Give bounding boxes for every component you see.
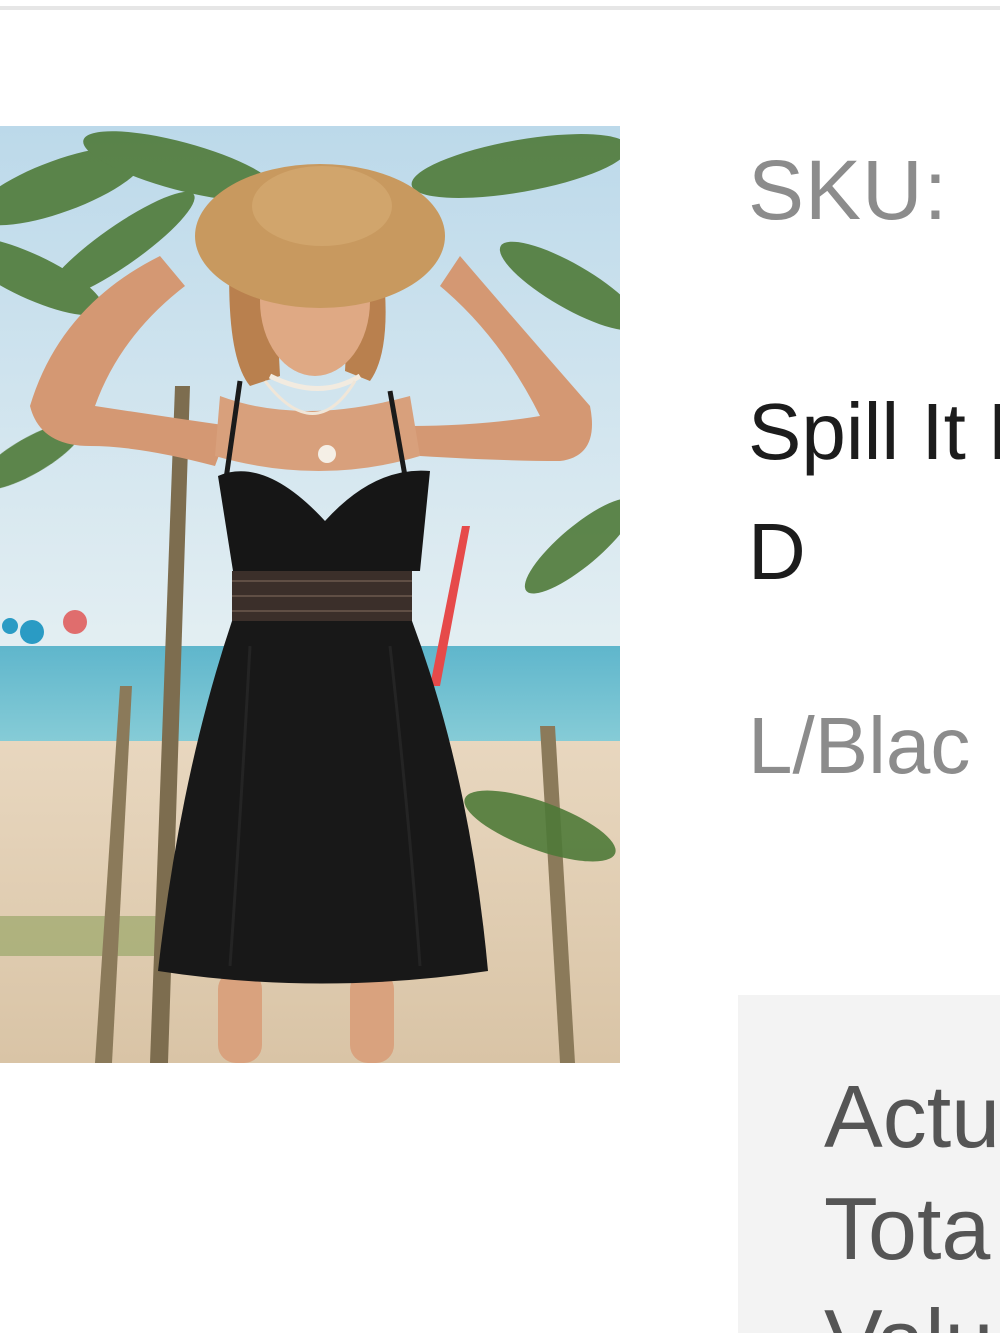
product-variant: L/Blac xyxy=(748,701,971,790)
summary-line-total: Tota xyxy=(824,1179,991,1278)
order-summary-box: Actu Tota Valu xyxy=(738,995,1000,1333)
summary-line-value: Valu xyxy=(824,1297,994,1333)
product-title[interactable]: Spill It Mini D xyxy=(748,372,1000,612)
sku-label: SKU: xyxy=(748,143,949,237)
product-image[interactable] xyxy=(0,126,620,1063)
summary-line-actual: Actu xyxy=(824,1067,1000,1166)
